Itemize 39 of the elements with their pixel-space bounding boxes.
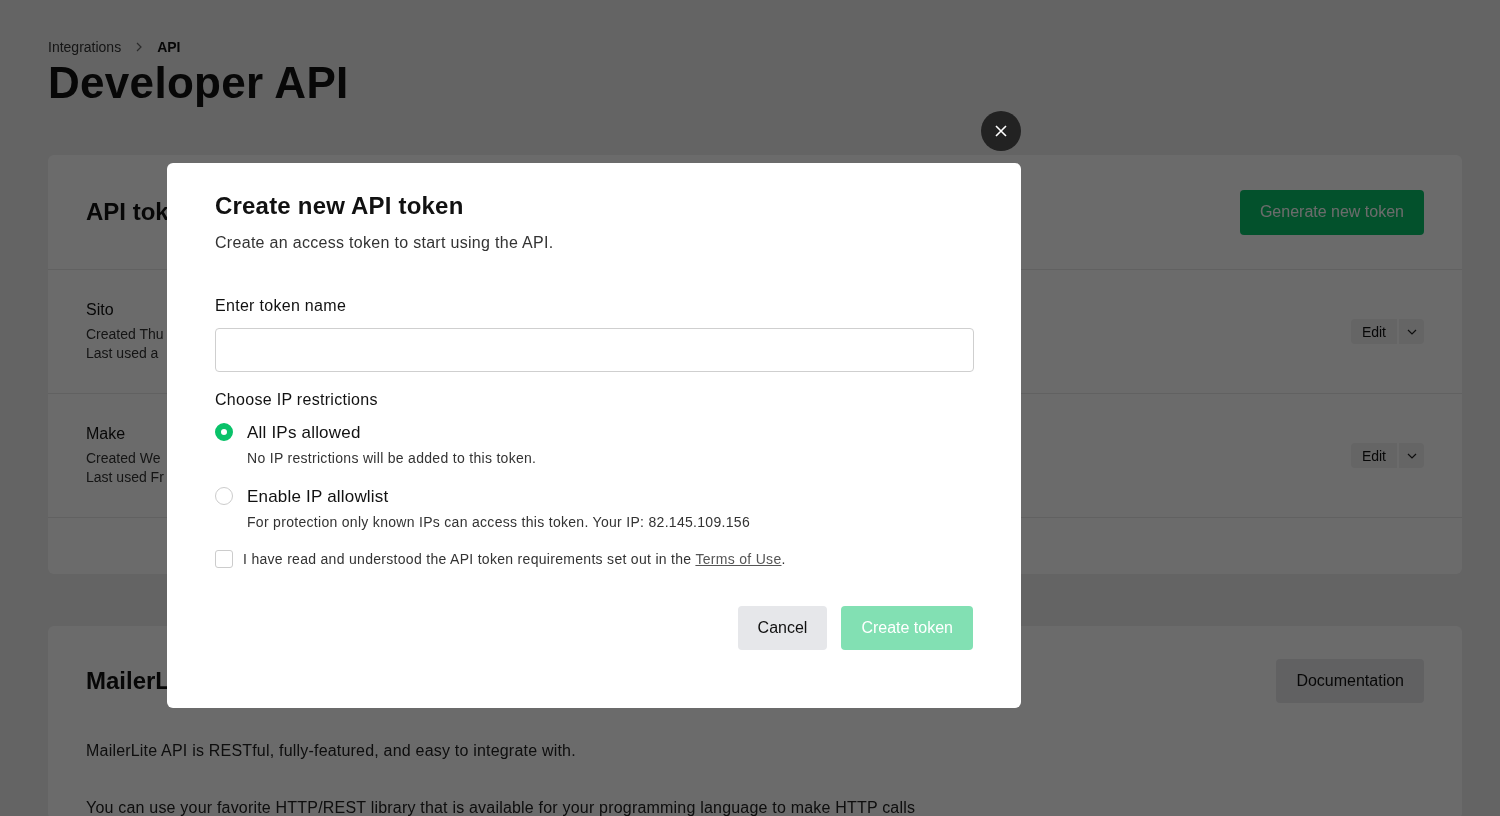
generate-token-button[interactable]: Generate new token	[1239, 189, 1424, 235]
edit-button[interactable]: Edit	[1350, 443, 1397, 468]
token-created: Created Thu	[86, 324, 164, 344]
checkbox[interactable]	[215, 550, 233, 568]
dropdown-button[interactable]	[1399, 443, 1424, 468]
dropdown-button[interactable]	[1399, 319, 1424, 344]
card-title: API tok	[86, 198, 169, 226]
option-description: For protection only known IPs can access this token. Your IP: 82.145.109.156	[247, 514, 750, 530]
option-label: Enable IP allowlist	[247, 486, 390, 508]
token-name: Make	[86, 424, 127, 443]
paragraph: MailerLite API is RESTful, fully-featured, and easy to integrate with.	[86, 741, 577, 761]
radio-button[interactable]	[215, 487, 233, 505]
terms-text: I have read and understood the API token requirements set out in the Terms of Use.	[243, 551, 786, 567]
card-title: MailerL	[86, 667, 171, 695]
field-label: Enter token name	[215, 296, 348, 316]
cancel-button[interactable]: Cancel	[737, 606, 828, 650]
page-title: Developer API	[48, 58, 350, 108]
token-name: Sito	[86, 300, 115, 319]
paragraph: You can use your favorite HTTP/REST library that is available for your programming language to make HTTP calls	[86, 798, 917, 816]
radio-button[interactable]	[215, 423, 233, 441]
terms-link[interactable]: Terms of Use	[695, 551, 782, 567]
token-last-used: Last used a	[86, 343, 160, 363]
close-icon	[994, 124, 1008, 138]
caret-icon	[1406, 328, 1417, 335]
caret-icon	[1406, 452, 1417, 459]
token-created: Created We	[86, 448, 162, 468]
option-description: No IP restrictions will be added to this token.	[247, 450, 537, 466]
chevron-right-icon	[135, 42, 144, 52]
token-name-field[interactable]	[215, 328, 974, 372]
dialog-title: Create new API token	[215, 191, 465, 221]
dialog-subtitle: Create an access token to start using the API.	[215, 233, 555, 253]
section-label: Choose IP restrictions	[215, 390, 379, 410]
documentation-button[interactable]: Documentation	[1276, 659, 1424, 703]
token-last-used: Last used Fr	[86, 467, 164, 487]
close-button[interactable]	[981, 111, 1021, 151]
edit-button[interactable]: Edit	[1350, 319, 1397, 344]
breadcrumb-link[interactable]: API	[157, 39, 181, 55]
breadcrumb-link[interactable]: Integrations	[48, 39, 122, 55]
option-label: All IPs allowed	[247, 422, 362, 444]
